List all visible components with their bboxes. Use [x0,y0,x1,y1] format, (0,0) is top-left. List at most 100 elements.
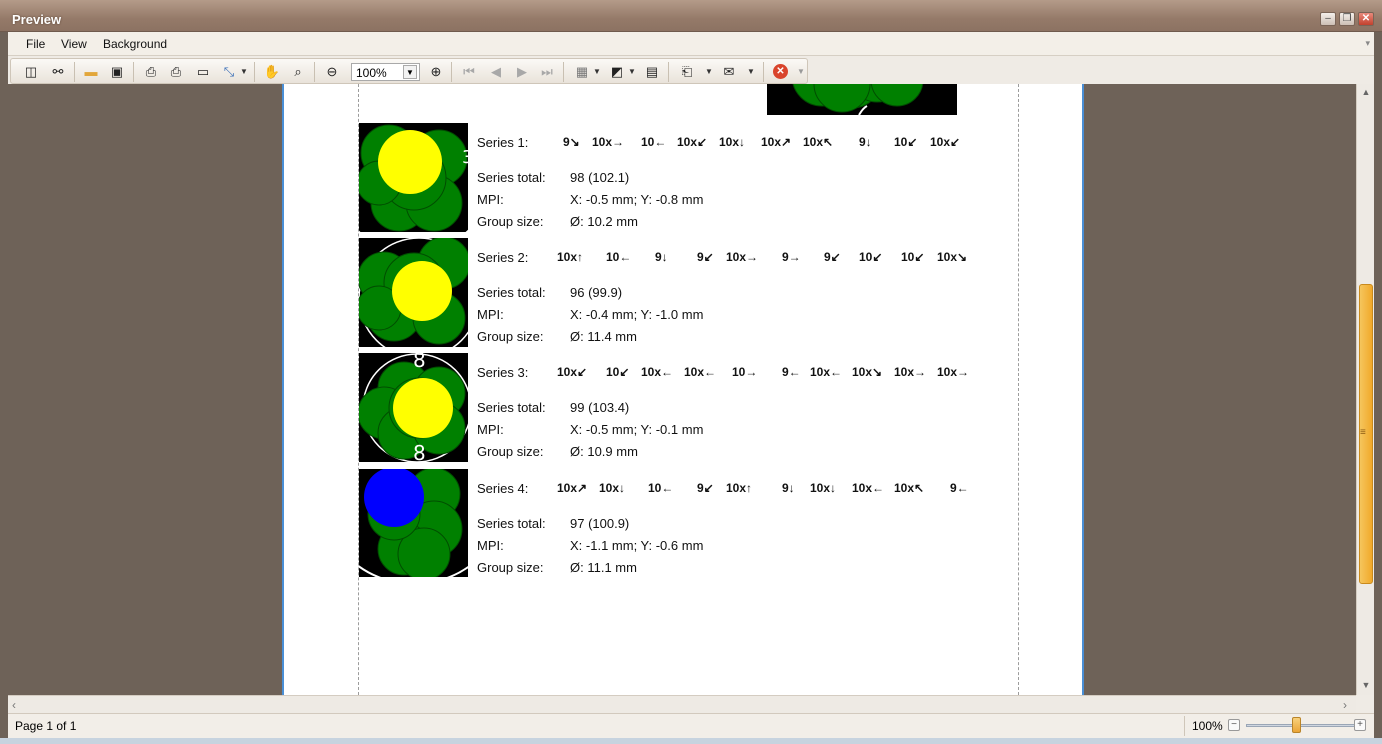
menu-bar: File View Background ▾ [8,32,1374,56]
zoom-slider-track[interactable] [1246,724,1356,727]
group-size-value: Ø: 10.9 mm [570,444,638,459]
ring-number: 8 [413,353,426,372]
shot-value: 10x↓ [599,481,626,495]
scale-icon[interactable]: ⤡ [220,63,238,81]
status-separator [1184,716,1185,736]
first-page-icon[interactable]: ⏮ [460,63,478,81]
series-center-dot [392,261,452,321]
taskbar-strip [0,738,1382,744]
mpi-label: MPI: [477,307,504,322]
shot-value: 9↘ [563,135,580,149]
shot-value: 10x→ [894,365,927,379]
next-page-icon[interactable]: ▶ [513,63,531,81]
zoom-decrease-button[interactable]: − [1228,719,1240,731]
minimize-button[interactable]: – [1320,12,1336,26]
multiple-pages-dropdown-icon[interactable]: ▼ [593,63,601,81]
shot-value: 10x→ [592,135,625,149]
toolbar-separator [74,62,75,82]
series-block: Series 4: 10x↗ 10x↓ 10← 9↙ 10x↑ 9↓ 10x↓ … [477,481,1017,591]
summary-target-image [767,84,957,115]
scroll-down-icon[interactable]: ▼ [1360,680,1372,692]
shot-value: 10← [641,135,667,149]
scroll-left-icon[interactable]: ‹ [12,698,16,712]
zoom-percentage: 100% [1192,719,1223,733]
series-total-label: Series total: [477,400,546,415]
shot-value: 10x↗ [761,135,792,149]
watermark-icon[interactable]: ▤ [643,63,661,81]
shot-value: 10x↗ [557,481,588,495]
shot-list: 10x↑ 10← 9↓ 9↙ 10x→ 9→ 9↙ 10↙ 10↙ 10x↘ [549,250,969,268]
shot-value: 10↙ [894,135,918,149]
shot-value: 10x↑ [557,250,584,264]
restore-button[interactable]: ❐ [1339,12,1355,26]
mpi-value: X: -0.5 mm; Y: -0.8 mm [570,192,704,207]
chevron-down-icon[interactable]: ▼ [403,65,417,79]
series-target-image: 8 8 [359,353,468,462]
group-size-label: Group size: [477,444,544,459]
page-setup-icon[interactable]: ▭ [194,63,212,81]
open-folder-icon[interactable]: ▬ [82,63,100,81]
menu-view[interactable]: View [61,37,87,51]
close-preview-icon[interactable]: ✕ [773,64,788,79]
series-block: Series 2: 10x↑ 10← 9↓ 9↙ 10x→ 9→ 9↙ 10↙ … [477,250,1017,360]
save-icon[interactable]: ▣ [108,63,126,81]
scale-dropdown-icon[interactable]: ▼ [240,63,248,81]
chevron-down-icon[interactable]: ▾ [1365,38,1370,49]
shot-value: 10x↖ [803,135,834,149]
shot-value: 10↙ [606,365,630,379]
outline-panel-icon[interactable]: ◫ [22,63,40,81]
quick-print-icon[interactable]: ⎙ [167,63,185,81]
email-dropdown-icon[interactable]: ▼ [747,63,755,81]
toolbar-separator [133,62,134,82]
series-total-value: 99 (103.4) [570,400,630,415]
zoom-combobox[interactable]: 100% ▼ [351,63,420,81]
export-icon[interactable]: ⎗ [678,63,696,81]
shot-list: 10x↗ 10x↓ 10← 9↙ 10x↑ 9↓ 10x↓ 10x← 10x↖ … [549,481,969,499]
shot-value: 9↙ [824,250,841,264]
shot-value: 10← [648,481,674,495]
zoom-in-icon[interactable]: ⊕ [427,63,445,81]
mpi-value: X: -0.4 mm; Y: -1.0 mm [570,307,704,322]
vertical-scrollbar[interactable]: ▲ ≡ ▼ [1356,84,1374,695]
report-page: 3 Series 1: 9↘ 10x→ 10← 10x↙ 10x↓ 10x↗ 1… [282,84,1084,695]
series-block: Series 3: 10x↙ 10↙ 10x← 10x← 10→ 9← 10x←… [477,365,1017,475]
last-page-icon[interactable]: ⏭ [538,63,556,81]
toolbar-separator [254,62,255,82]
group-size-value: Ø: 11.4 mm [570,329,637,344]
toolbar: ◫ ⚯ ▬ ▣ ⎙ ⎙ ▭ ⤡ ▼ ✋ ⌕ ⊖ 100% ▼ ⊕ ⏮ ◀ ▶ ⏭… [10,58,808,84]
shot-value: 10x↙ [677,135,708,149]
magnifier-icon[interactable]: ⌕ [289,63,307,81]
zoom-out-icon[interactable]: ⊖ [323,63,341,81]
document-viewport[interactable]: 3 Series 1: 9↘ 10x→ 10← 10x↙ 10x↓ 10x↗ 1… [8,84,1356,695]
find-binoculars-icon[interactable]: ⚯ [49,63,67,81]
color-icon[interactable]: ◩ [608,63,626,81]
status-bar: Page 1 of 1 100% − + [8,713,1374,738]
mpi-label: MPI: [477,422,504,437]
multiple-pages-icon[interactable]: ▦ [573,63,591,81]
print-icon[interactable]: ⎙ [142,63,160,81]
menu-file[interactable]: File [26,37,45,51]
series-total-value: 98 (102.1) [570,170,630,185]
menu-background[interactable]: Background [103,37,167,51]
scroll-right-icon[interactable]: › [1343,698,1347,712]
scroll-up-icon[interactable]: ▲ [1360,87,1372,99]
shot-value: 9↓ [655,250,668,264]
previous-page-icon[interactable]: ◀ [487,63,505,81]
color-dropdown-icon[interactable]: ▼ [628,63,636,81]
page-info: Page 1 of 1 [15,719,77,733]
zoom-increase-button[interactable]: + [1354,719,1366,731]
shot-value: 10x→ [726,250,759,264]
horizontal-scrollbar[interactable]: ‹ › [8,695,1356,713]
shot-list: 9↘ 10x→ 10← 10x↙ 10x↓ 10x↗ 10x↖ 9↓ 10↙ 1… [549,135,969,153]
export-dropdown-icon[interactable]: ▼ [705,63,713,81]
shot-value: 9← [950,481,969,495]
shot-value: 10x← [641,365,674,379]
close-preview-dropdown-icon[interactable]: ▼ [797,63,805,81]
group-size-label: Group size: [477,214,544,229]
shot-value: 9↙ [697,481,714,495]
shot-value: 9↙ [697,250,714,264]
zoom-slider-thumb[interactable] [1292,717,1301,733]
email-icon[interactable]: ✉ [720,63,738,81]
close-button[interactable]: ✕ [1358,12,1374,26]
hand-tool-icon[interactable]: ✋ [263,63,281,81]
